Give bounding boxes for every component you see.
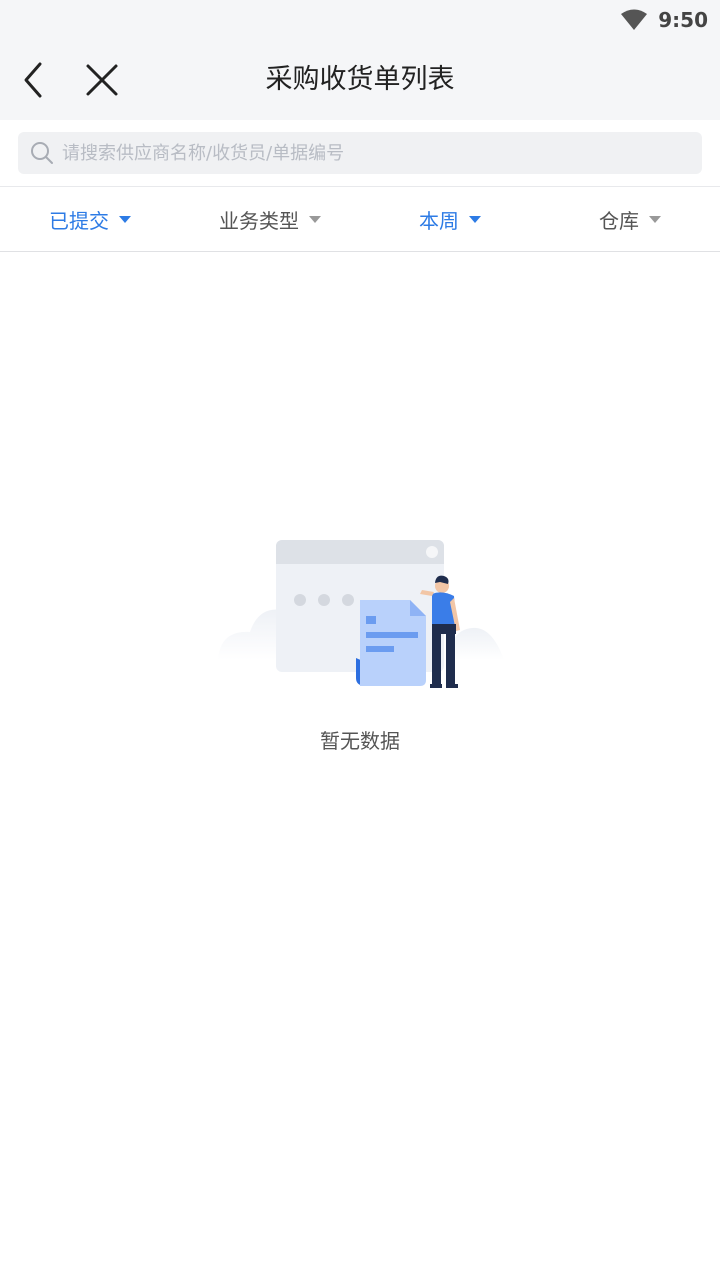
search-icon: [31, 142, 53, 164]
caret-down-icon: [309, 215, 321, 223]
search-section: [0, 120, 720, 186]
close-icon: [86, 64, 118, 96]
empty-illustration-icon: [218, 540, 504, 688]
empty-state: 暂无数据: [0, 530, 720, 770]
filter-warehouse[interactable]: 仓库: [540, 187, 720, 251]
filter-status-label: 已提交: [49, 208, 109, 233]
status-time: 9:50: [658, 8, 708, 32]
filter-period-label: 本周: [419, 208, 459, 233]
filter-business-type[interactable]: 业务类型: [180, 187, 360, 251]
search-box[interactable]: [18, 132, 702, 174]
caret-down-icon: [119, 215, 131, 223]
filter-bar: 已提交 业务类型 本周 仓库: [0, 186, 720, 252]
filter-business-type-label: 业务类型: [219, 208, 299, 233]
caret-down-icon: [649, 215, 661, 223]
filter-period[interactable]: 本周: [360, 187, 540, 251]
caret-down-icon: [469, 215, 481, 223]
status-bar: 9:50: [0, 0, 720, 40]
filter-status[interactable]: 已提交: [0, 187, 180, 251]
nav-bar: 采购收货单列表: [0, 40, 720, 120]
back-button[interactable]: [16, 58, 56, 102]
filter-warehouse-label: 仓库: [599, 208, 639, 233]
close-button[interactable]: [80, 58, 124, 102]
search-input[interactable]: [62, 132, 682, 174]
chevron-left-icon: [24, 62, 42, 98]
empty-message: 暂无数据: [320, 729, 400, 753]
wifi-icon: [621, 9, 648, 30]
